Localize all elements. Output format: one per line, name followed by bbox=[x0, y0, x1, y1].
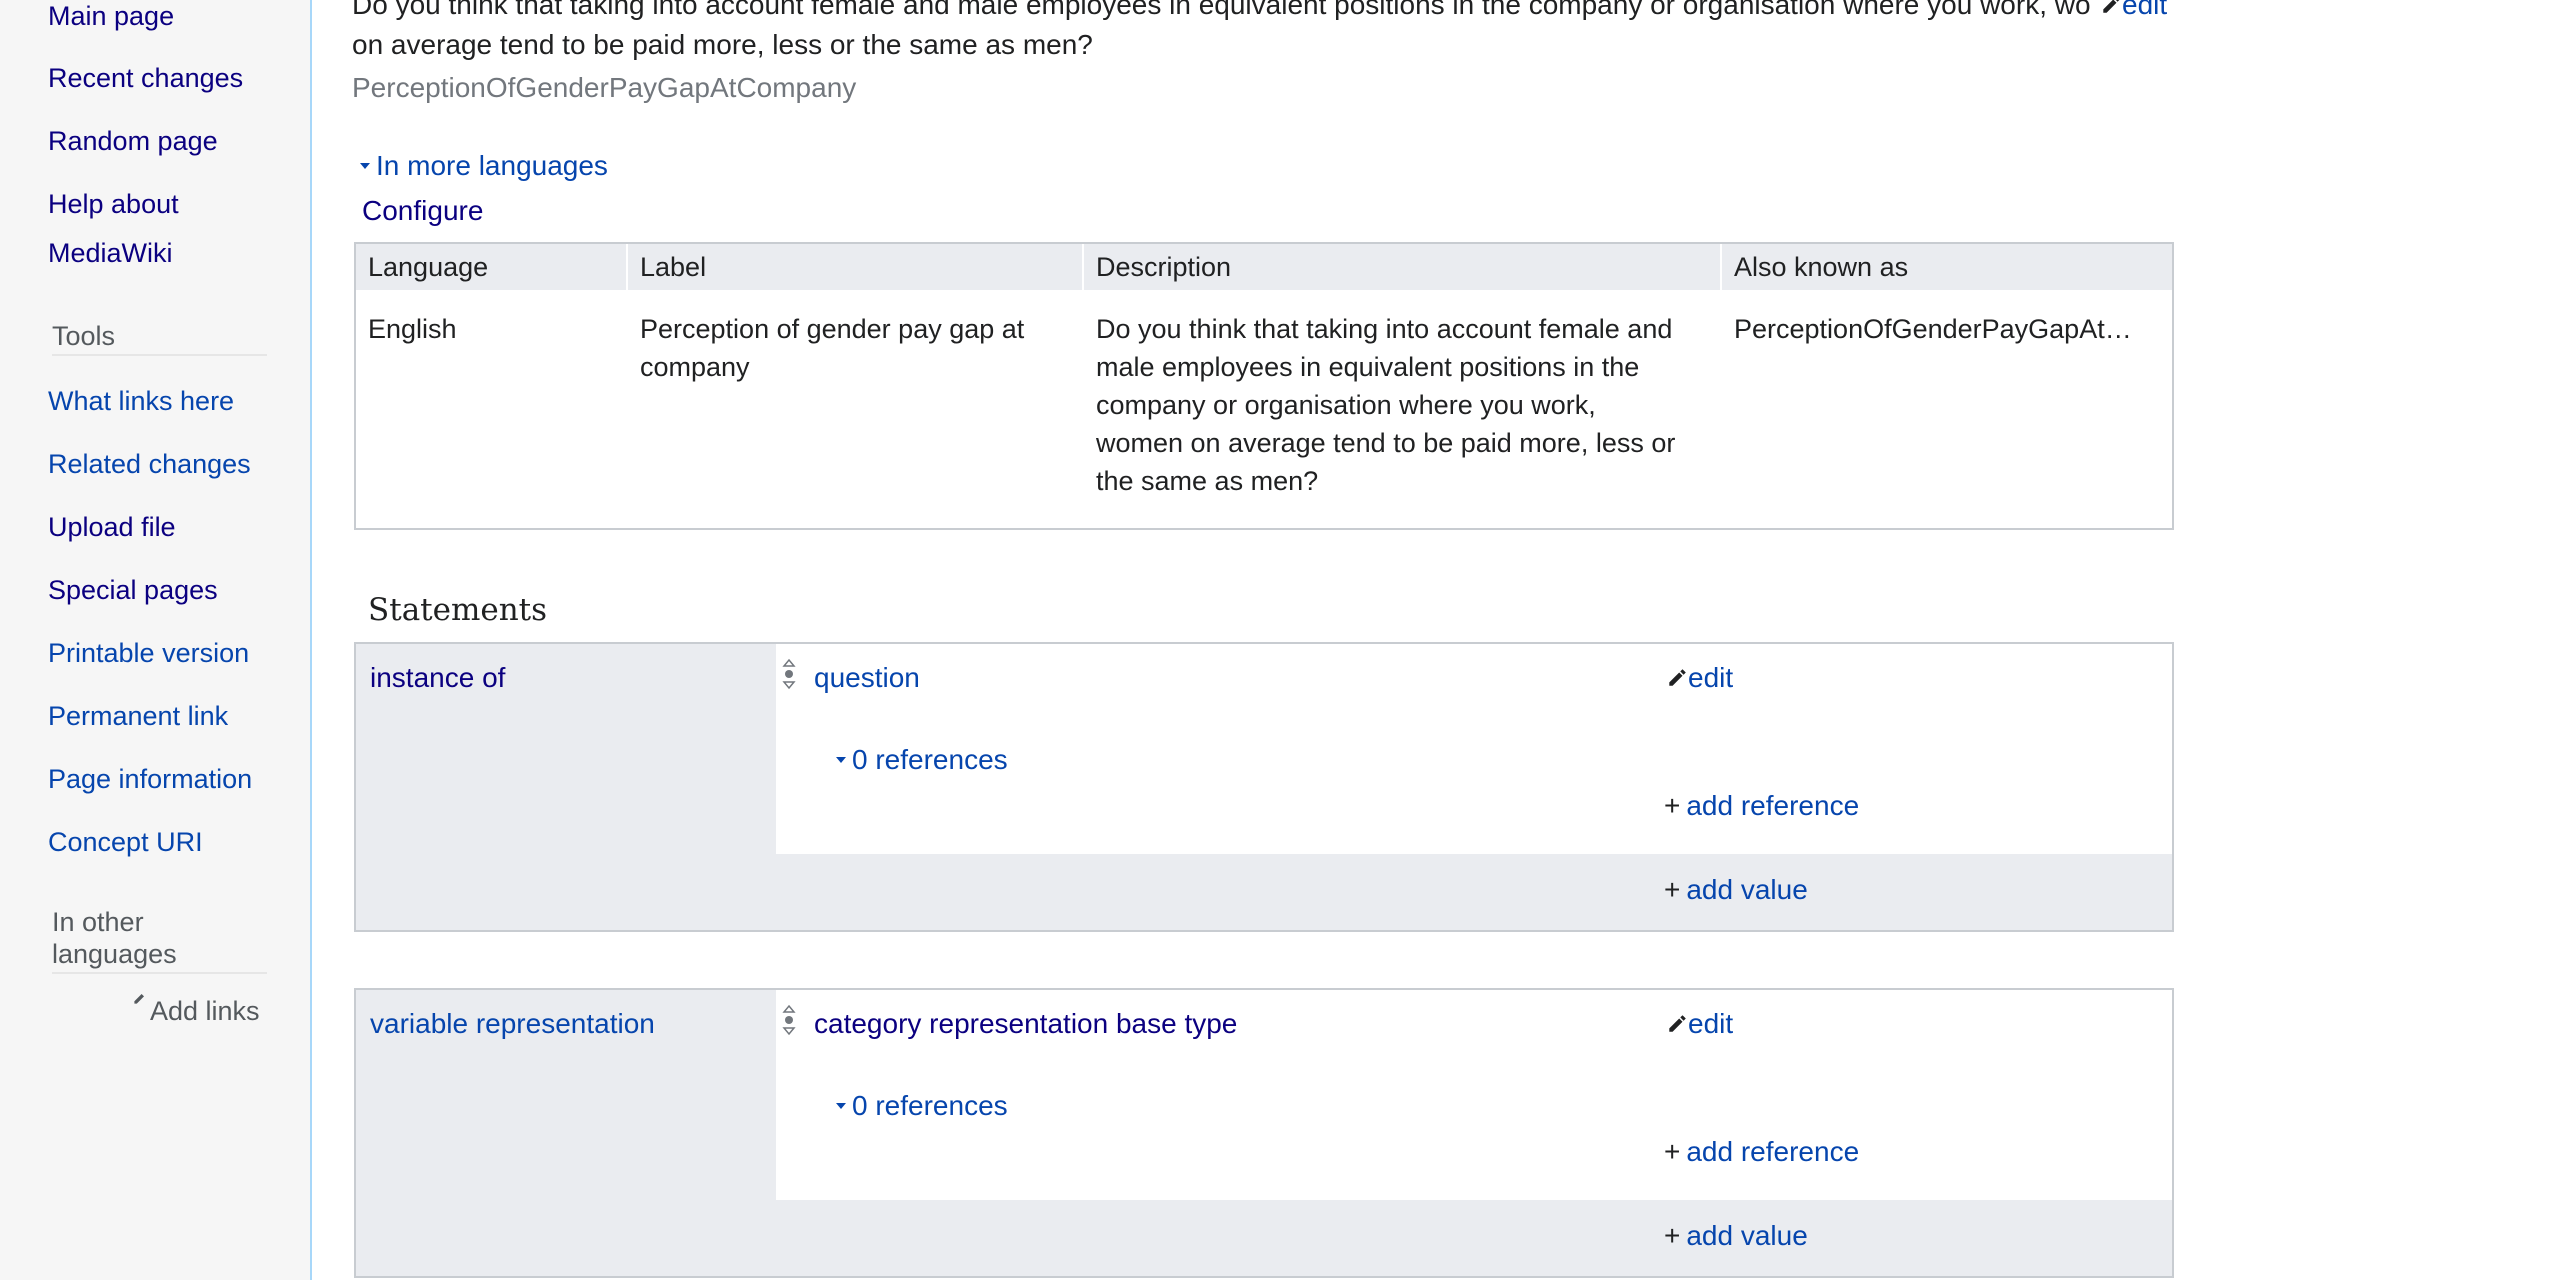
references-toggle[interactable]: 0 references bbox=[836, 1090, 1008, 1122]
description-line-1: Do you think that taking into account fe… bbox=[352, 0, 2092, 20]
edit-label: edit bbox=[1688, 1008, 1734, 1039]
sidebar-link-help-mediawiki[interactable]: MediaWiki bbox=[48, 229, 173, 277]
statement-group-variable-representation: variable representation category represe… bbox=[354, 988, 2174, 1278]
main-content: Do you think that taking into account fe… bbox=[310, 0, 2560, 1280]
sidebar-link-page-information[interactable]: Page information bbox=[48, 755, 252, 803]
languages-heading-line2: languages bbox=[52, 938, 267, 974]
sidebar-link-help[interactable]: Help about bbox=[48, 180, 179, 228]
sidebar-link-concept-uri[interactable]: Concept URI bbox=[48, 818, 203, 866]
references-toggle[interactable]: 0 references bbox=[836, 744, 1008, 776]
configure-link[interactable]: Configure bbox=[362, 195, 483, 227]
edit-label: edit bbox=[2122, 0, 2168, 20]
sidebar-link-what-links-here[interactable]: What links here bbox=[48, 377, 234, 425]
statement-value-question[interactable]: question bbox=[814, 662, 920, 694]
tools-heading: Tools bbox=[52, 320, 267, 356]
column-header-also-known-as: Also known as bbox=[1722, 244, 2172, 290]
sidebar-link-recent-changes[interactable]: Recent changes bbox=[48, 54, 243, 102]
term-description-line3: company or organisation where you work, bbox=[1096, 390, 1596, 420]
term-language: English bbox=[368, 314, 457, 344]
languages-heading-line1: In other bbox=[52, 907, 144, 937]
pencil-icon bbox=[2103, 0, 2120, 13]
add-reference-label: add reference bbox=[1686, 790, 1860, 821]
statement-edit-button[interactable]: edit bbox=[1666, 1008, 1733, 1040]
rank-selector-icon[interactable] bbox=[782, 658, 796, 694]
sidebar-link-random-page[interactable]: Random page bbox=[48, 117, 218, 165]
item-alias: PerceptionOfGenderPayGapAtCompany bbox=[352, 72, 857, 103]
pencil-icon bbox=[1669, 669, 1686, 686]
collapse-triangle-icon bbox=[836, 1103, 846, 1109]
pencil-icon bbox=[134, 994, 144, 1004]
term-description-line5: the same as men? bbox=[1096, 466, 1319, 496]
edit-label: edit bbox=[1688, 662, 1734, 693]
pencil-icon bbox=[1669, 1015, 1686, 1032]
statement-value-area: question edit 0 references + add referenc… bbox=[776, 644, 2172, 854]
sidebar-link-special-pages[interactable]: Special pages bbox=[48, 566, 218, 614]
sidebar-link-printable-version[interactable]: Printable version bbox=[48, 629, 249, 677]
add-value-button[interactable]: + add value bbox=[1664, 874, 1808, 906]
property-link-instance-of[interactable]: instance of bbox=[370, 662, 505, 694]
statement-edit-button[interactable]: edit bbox=[1666, 662, 1733, 694]
description-line-2: on average tend to be paid more, less or… bbox=[352, 29, 1093, 60]
add-value-label: add value bbox=[1686, 1220, 1808, 1251]
statement-value-area: category representation base type edit 0… bbox=[776, 990, 2172, 1200]
term-description-line2: male employees in equivalent positions i… bbox=[1096, 352, 1640, 382]
add-links-label: Add links bbox=[150, 996, 260, 1026]
sidebar-link-related-changes[interactable]: Related changes bbox=[48, 440, 251, 488]
term-label-line2: company bbox=[640, 352, 750, 382]
plus-icon: + bbox=[1664, 1136, 1681, 1167]
statements-heading: Statements bbox=[368, 592, 548, 628]
sidebar-link-main-page[interactable]: Main page bbox=[48, 0, 174, 40]
sidebar: Main page Recent changes Random page Hel… bbox=[0, 0, 312, 1280]
add-value-label: add value bbox=[1686, 874, 1808, 905]
description-edit-link[interactable]: edit bbox=[2100, 0, 2167, 24]
add-value-button[interactable]: + add value bbox=[1664, 1220, 1808, 1252]
statement-value-category-representation[interactable]: category representation base type bbox=[814, 1008, 1237, 1040]
sidebar-link-permanent-link[interactable]: Permanent link bbox=[48, 692, 228, 740]
statement-group-instance-of: instance of question edit 0 references +… bbox=[354, 642, 2174, 932]
add-reference-button[interactable]: + add reference bbox=[1664, 790, 1859, 822]
column-header-description: Description bbox=[1084, 244, 1720, 290]
plus-icon: + bbox=[1664, 790, 1681, 821]
property-link-variable-representation[interactable]: variable representation bbox=[370, 1008, 655, 1040]
terms-table: Language Label Description Also known as… bbox=[354, 242, 2174, 530]
collapse-triangle-icon bbox=[836, 757, 846, 763]
in-more-languages-label: In more languages bbox=[376, 150, 608, 181]
term-description-line4: women on average tend to be paid more, l… bbox=[1096, 428, 1676, 458]
references-label: 0 references bbox=[852, 1090, 1008, 1121]
plus-icon: + bbox=[1664, 874, 1681, 905]
references-label: 0 references bbox=[852, 744, 1008, 775]
collapse-triangle-icon bbox=[360, 163, 370, 169]
column-header-label: Label bbox=[628, 244, 1082, 290]
plus-icon: + bbox=[1664, 1220, 1681, 1251]
term-description-line1: Do you think that taking into account fe… bbox=[1096, 314, 1673, 344]
add-reference-button[interactable]: + add reference bbox=[1664, 1136, 1859, 1168]
rank-selector-icon[interactable] bbox=[782, 1004, 796, 1040]
term-aliases: PerceptionOfGenderPayGapAt… bbox=[1734, 314, 2132, 344]
in-more-languages-toggle[interactable]: In more languages bbox=[360, 150, 608, 182]
term-label-line1: Perception of gender pay gap at bbox=[640, 314, 1025, 344]
add-reference-label: add reference bbox=[1686, 1136, 1860, 1167]
sidebar-link-upload-file[interactable]: Upload file bbox=[48, 503, 176, 551]
add-links-button[interactable]: Add links bbox=[132, 990, 260, 1027]
column-header-language: Language bbox=[356, 244, 626, 290]
